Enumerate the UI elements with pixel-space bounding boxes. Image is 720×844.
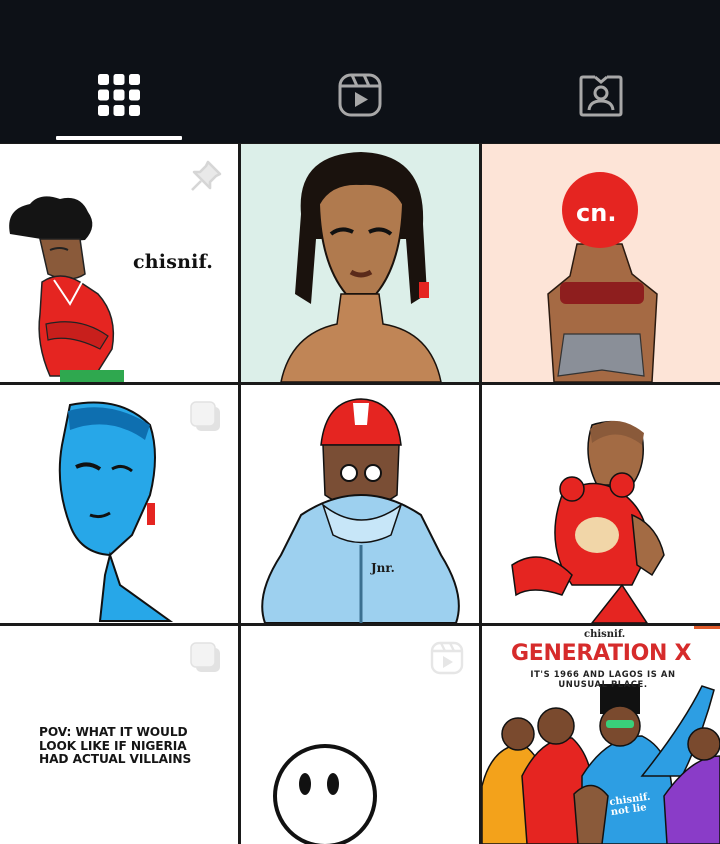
logo-head-woman-illustration [482, 144, 720, 382]
pov-caption-text: POV: WHAT IT WOULD LOOK LIKE IF NIGERIA … [39, 725, 192, 766]
post-tile-7[interactable]: POV: WHAT IT WOULD LOOK LIKE IF NIGERIA … [0, 626, 238, 844]
post-tile-5[interactable]: Jnr. [241, 385, 479, 623]
hoodie-character-illustration [241, 385, 479, 623]
cn-logo-text: cn. [576, 199, 617, 227]
genx-brand-text: chisnif. [584, 629, 626, 640]
tab-tagged[interactable] [541, 60, 661, 130]
carousel-icon [188, 640, 224, 676]
post-tile-9[interactable]: chisnif. GENERATION X IT'S 1966 AND LAGO… [482, 626, 720, 844]
genx-subtitle-text: IT'S 1966 AND LAGOS IS AN UNUSUAL PLACE. [530, 669, 676, 689]
post-tile-3[interactable]: cn. [482, 144, 720, 382]
active-tab-indicator [56, 136, 182, 140]
genx-title-text: GENERATION X [511, 641, 692, 666]
braids-girl-illustration [241, 144, 479, 382]
profile-tab-bar [0, 0, 720, 143]
grid-icon [98, 74, 140, 116]
carousel-icon [188, 399, 224, 435]
post-tile-6[interactable]: chisnif. [482, 385, 720, 623]
post-tile-2[interactable] [241, 144, 479, 382]
tab-reels[interactable] [300, 60, 420, 130]
tab-posts-grid[interactable] [59, 60, 179, 130]
tagged-person-icon [579, 73, 623, 117]
jacket-text: Jnr. [371, 561, 395, 575]
chisnif-brand-text: chisnif. [133, 251, 214, 273]
post-tile-4[interactable] [0, 385, 238, 623]
posts-grid: chisnif. cn. Jnr. chisnif. POV: WHAT IT … [0, 144, 720, 844]
post-tile-8[interactable] [241, 626, 479, 844]
post-tile-1[interactable]: chisnif. [0, 144, 238, 382]
pin-icon [188, 158, 224, 194]
reel-icon [429, 640, 465, 676]
reels-icon [338, 73, 382, 117]
